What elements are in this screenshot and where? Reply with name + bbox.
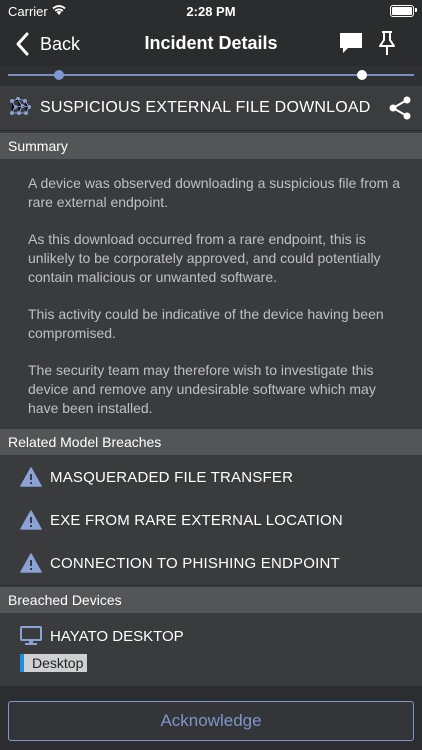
navigation-bar: Back Incident Details bbox=[0, 22, 422, 66]
status-bar: Carrier 2:28 PM bbox=[0, 0, 422, 22]
timeline-slider[interactable] bbox=[0, 66, 422, 86]
acknowledge-button[interactable]: Acknowledge bbox=[8, 701, 414, 741]
device-name: HAYATO DESKTOP bbox=[50, 628, 184, 645]
battery-icon bbox=[390, 5, 414, 17]
network-cluster-icon bbox=[10, 97, 31, 115]
summary-paragraph: This activity could be indicative of the… bbox=[28, 306, 384, 341]
comment-icon[interactable] bbox=[338, 30, 364, 56]
bottom-action-bar: Acknowledge bbox=[0, 686, 422, 750]
incident-header: SUSPICIOUS EXTERNAL FILE DOWNLOAD bbox=[0, 86, 422, 131]
summary-paragraph: The security team may therefore wish to … bbox=[28, 362, 376, 416]
pin-icon[interactable] bbox=[376, 30, 398, 56]
breach-label: CONNECTION TO PHISHING ENDPOINT bbox=[50, 555, 340, 572]
warning-icon bbox=[20, 467, 42, 487]
share-icon[interactable] bbox=[388, 96, 412, 120]
devices-header: Breached Devices bbox=[0, 587, 422, 613]
breach-item[interactable]: CONNECTION TO PHISHING ENDPOINT bbox=[0, 542, 422, 586]
monitor-icon bbox=[20, 626, 42, 645]
breaches-header: Related Model Breaches bbox=[0, 429, 422, 455]
clock: 2:28 PM bbox=[186, 4, 236, 19]
summary-paragraph: As this download occurred from a rare en… bbox=[28, 231, 381, 285]
timeline-track bbox=[8, 74, 414, 76]
breach-item[interactable]: MASQUERADED FILE TRANSFER bbox=[0, 456, 422, 500]
breach-item[interactable]: EXE FROM RARE EXTERNAL LOCATION bbox=[0, 499, 422, 543]
breach-label: EXE FROM RARE EXTERNAL LOCATION bbox=[50, 512, 343, 529]
device-item[interactable]: HAYATO DESKTOP Desktop bbox=[0, 614, 422, 686]
warning-icon bbox=[20, 510, 42, 530]
battery-tip bbox=[415, 8, 417, 12]
timeline-end-handle[interactable] bbox=[357, 70, 367, 80]
breach-label: MASQUERADED FILE TRANSFER bbox=[50, 469, 294, 486]
summary-header: Summary bbox=[0, 133, 422, 159]
device-type-tag: Desktop bbox=[20, 654, 88, 672]
warning-icon bbox=[20, 553, 42, 573]
timeline-start-handle[interactable] bbox=[54, 70, 64, 80]
incident-title: SUSPICIOUS EXTERNAL FILE DOWNLOAD bbox=[40, 99, 371, 116]
summary-paragraph: A device was observed downloading a susp… bbox=[28, 175, 400, 210]
